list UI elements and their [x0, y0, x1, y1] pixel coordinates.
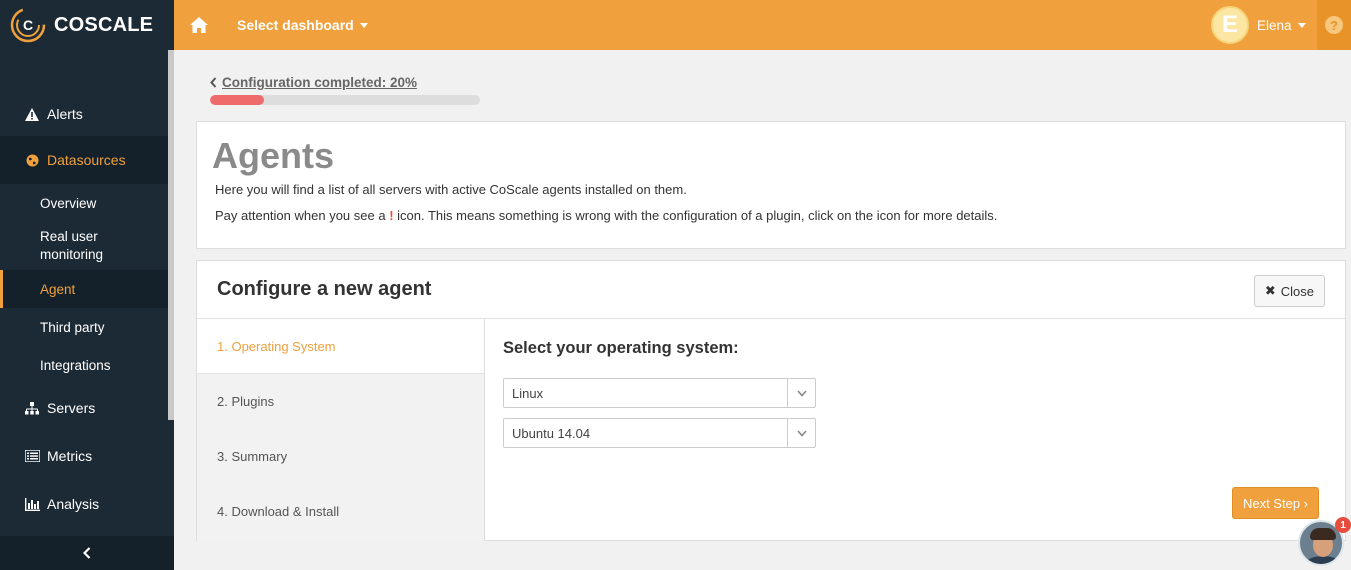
user-name: Elena	[1257, 17, 1292, 33]
sidebar-subitem-third-party[interactable]: Third party	[0, 308, 168, 346]
sidebar-item-analysis[interactable]: Analysis	[0, 480, 168, 528]
sidebar-subitem-integrations[interactable]: Integrations	[0, 346, 168, 384]
os-family-value: Linux	[512, 385, 544, 401]
question-icon: ?	[1325, 16, 1343, 34]
sidebar-item-label: Metrics	[47, 448, 93, 464]
step-operating-system[interactable]: 1. Operating System	[197, 319, 484, 374]
sidebar-item-metrics[interactable]: Metrics	[0, 432, 168, 480]
configure-agent-title: Configure a new agent	[217, 278, 432, 300]
sidebar-item-label: Datasources	[47, 152, 126, 168]
chevron-down-icon	[787, 379, 815, 407]
logo[interactable]: C COSCALE	[0, 0, 174, 50]
chevron-down-icon	[787, 419, 815, 447]
sitemap-icon	[24, 401, 40, 415]
globe-icon	[24, 154, 40, 167]
chevron-left-icon	[83, 547, 91, 559]
subitem-label: Third party	[40, 319, 105, 335]
dashboard-select-label: Select dashboard	[237, 17, 354, 33]
chat-notification-badge: 1	[1335, 517, 1351, 533]
subitem-label: Agent	[40, 281, 76, 297]
note-text: icon. This means something is wrong with…	[393, 208, 998, 223]
sidebar-item-label: Analysis	[47, 496, 100, 512]
os-version-value: Ubuntu 14.04	[512, 425, 591, 441]
sidebar-item-label: Alerts	[47, 106, 83, 122]
warning-icon	[24, 107, 40, 121]
agents-warning-note: Pay attention when you see a ! icon. Thi…	[215, 208, 1331, 223]
close-button[interactable]: ✖ Close	[1253, 275, 1325, 307]
chat-avatar-hair	[1310, 528, 1336, 540]
os-heading: Select your operating system:	[503, 339, 739, 357]
progress-bar	[210, 95, 480, 105]
caret-down-icon	[359, 22, 368, 28]
dashboard-select[interactable]: Select dashboard	[237, 17, 368, 33]
agents-panel: Agents Here you will find a list of all …	[196, 121, 1346, 249]
home-icon	[190, 17, 208, 33]
os-version-select[interactable]: Ubuntu 14.04	[503, 418, 816, 448]
sidebar-nav: Alerts Datasources Overview Real user mo…	[0, 92, 168, 528]
top-bar: Select dashboard E Elena ?	[174, 0, 1351, 50]
close-label: Close	[1280, 283, 1314, 299]
home-button[interactable]	[174, 0, 224, 50]
sidebar-subitem-agent[interactable]: Agent	[0, 270, 168, 308]
progress-label: Configuration completed: 20%	[222, 75, 418, 90]
close-icon: ✖	[1264, 283, 1276, 298]
subitem-label: Real user monitoring	[40, 229, 104, 262]
chat-avatar-shirt	[1304, 556, 1342, 564]
sidebar-item-servers[interactable]: Servers	[0, 384, 168, 432]
step-download-install[interactable]: 4. Download & Install	[197, 484, 484, 539]
configuration-progress-link[interactable]: Configuration completed: 20%	[210, 75, 480, 90]
sidebar-item-label: Servers	[47, 400, 96, 416]
brand-name: COSCALE	[54, 13, 154, 36]
configure-agent-panel: Configure a new agent ✖ Close 1. Operati…	[196, 260, 1346, 541]
progress-fill	[210, 95, 264, 105]
list-icon	[24, 450, 40, 462]
svg-text:C: C	[23, 17, 33, 33]
note-text: Pay attention when you see a	[215, 208, 390, 223]
subitem-label: Overview	[40, 195, 97, 211]
datasources-submenu: Overview Real user monitoring Agent Thir…	[0, 184, 168, 384]
sidebar-item-alerts[interactable]: Alerts	[0, 92, 168, 136]
step-plugins[interactable]: 2. Plugins	[197, 374, 484, 429]
chevron-left-icon	[210, 77, 217, 88]
coscale-logo-icon: C	[10, 7, 46, 43]
agents-description: Here you will find a list of all servers…	[215, 182, 687, 197]
bar-chart-icon	[24, 497, 40, 511]
avatar: E	[1211, 6, 1249, 44]
sidebar-item-datasources[interactable]: Datasources	[0, 136, 168, 184]
os-family-select[interactable]: Linux	[503, 378, 816, 408]
user-menu[interactable]: E Elena	[1211, 6, 1306, 44]
subitem-label: Integrations	[40, 357, 111, 373]
next-step-button[interactable]: Next Step ›	[1231, 487, 1319, 519]
sidebar: C COSCALE Alerts Datasources Overview Re…	[0, 0, 174, 570]
sidebar-subitem-overview[interactable]: Overview	[0, 184, 168, 222]
page-title: Agents	[212, 135, 335, 176]
wizard-steps: 1. Operating System 2. Plugins 3. Summar…	[197, 319, 485, 541]
configuration-progress: Configuration completed: 20%	[210, 75, 480, 105]
sidebar-scrollbar[interactable]	[168, 50, 174, 420]
configure-agent-header: Configure a new agent ✖ Close	[197, 261, 1345, 319]
step-summary[interactable]: 3. Summary	[197, 429, 484, 484]
sidebar-subitem-real-user-monitoring[interactable]: Real user monitoring	[0, 222, 130, 270]
sidebar-collapse-button[interactable]	[0, 536, 174, 570]
caret-down-icon	[1297, 22, 1306, 28]
os-selection: Select your operating system: Linux Ubun…	[503, 339, 816, 448]
help-button[interactable]: ?	[1317, 0, 1351, 50]
